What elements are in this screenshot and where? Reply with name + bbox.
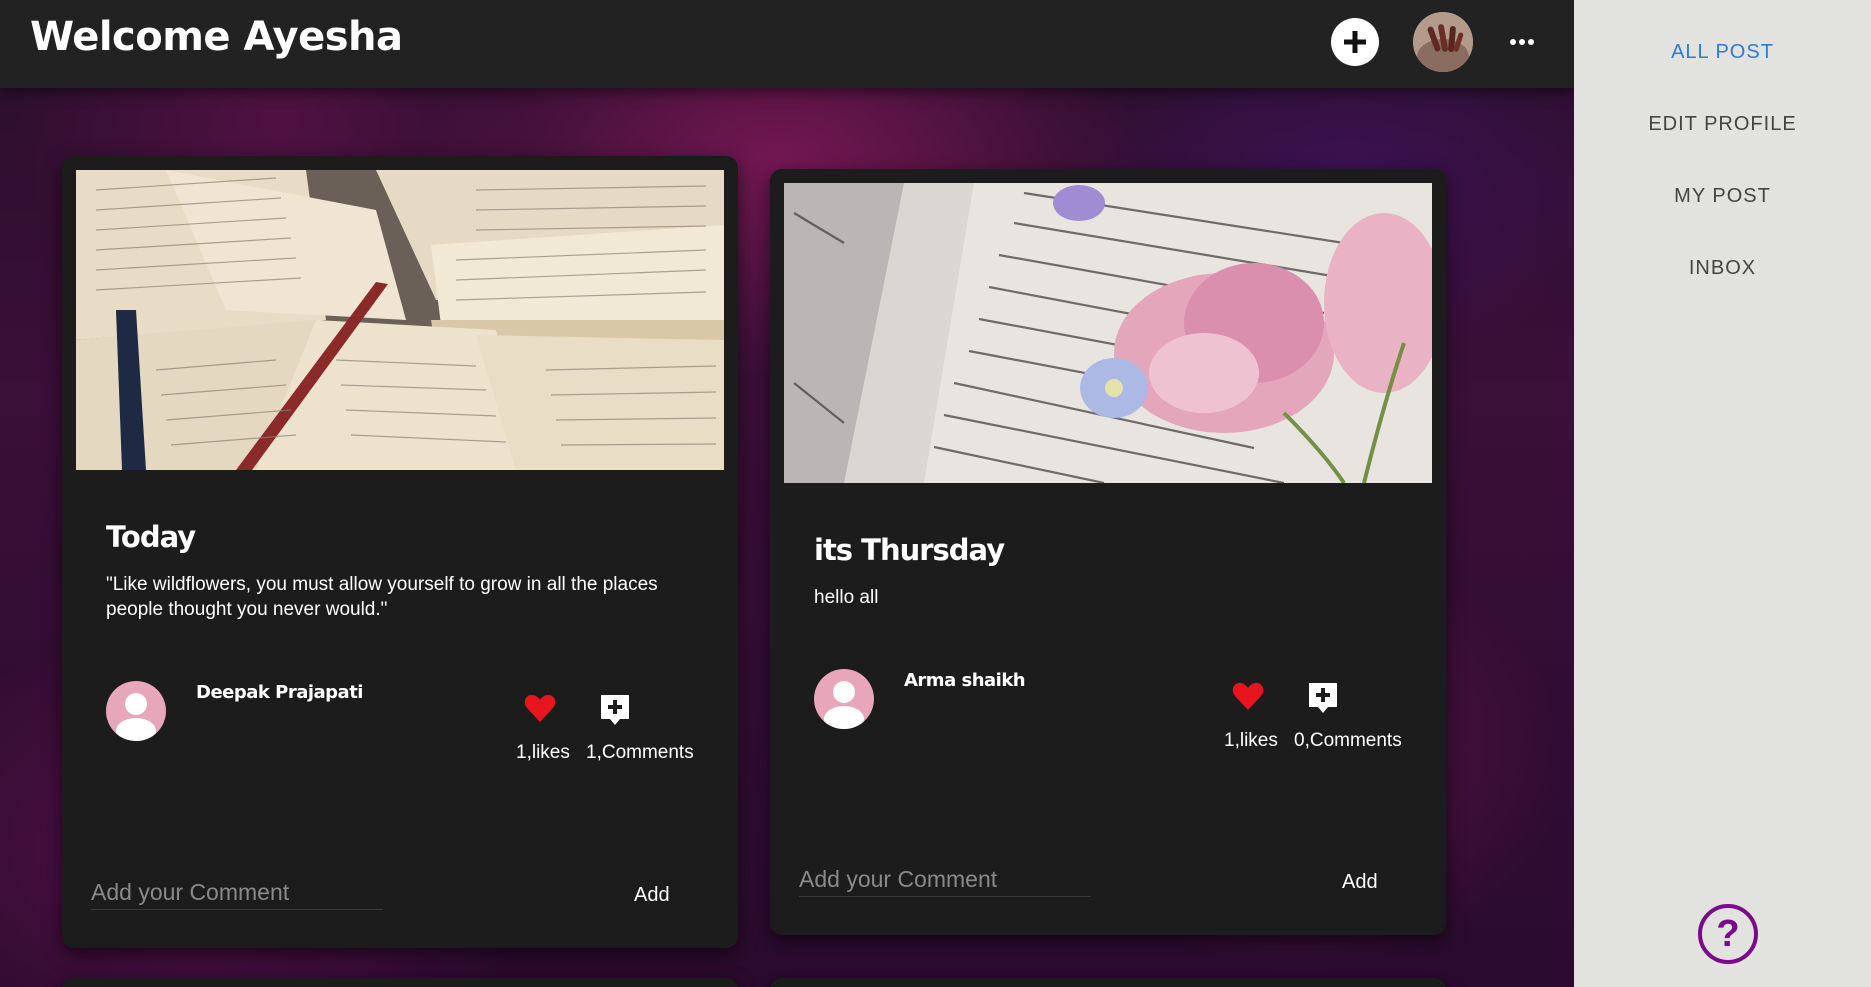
sidebar-item-my-post[interactable]: MY POST [1574,185,1871,208]
sidebar-item-all-post[interactable]: ALL POST [1574,41,1871,64]
post-title: Today [106,520,196,554]
help-button[interactable]: ? [1698,904,1758,964]
more-dots-icon [1510,39,1534,45]
author-name[interactable]: Arma shaikh [904,670,1026,691]
open-books-photo [76,170,724,470]
author-name[interactable]: Deepak Prajapati [196,682,363,703]
post-card-partial [770,978,1446,987]
author-avatar[interactable] [106,681,166,741]
comment-input[interactable] [799,863,1091,897]
sidebar-item-inbox[interactable]: INBOX [1574,257,1871,280]
more-options-button[interactable] [1505,28,1539,56]
add-comment-button[interactable]: Add [634,884,670,907]
sidebar-item-edit-profile[interactable]: EDIT PROFILE [1574,113,1871,136]
add-comment-icon[interactable] [599,693,631,727]
sidebar: ALL POST EDIT PROFILE MY POST INBOX [1574,0,1871,987]
heart-icon[interactable] [524,693,556,723]
post-title: its Thursday [814,533,1005,567]
book-with-pink-flowers-photo [784,183,1432,483]
add-post-button[interactable] [1331,18,1379,66]
comments-count: 0,Comments [1294,730,1402,751]
post-card: its Thursday hello all Arma shaikh 1,lik… [770,169,1446,935]
user-icon [824,681,864,729]
post-card-partial [62,978,738,987]
comment-input[interactable] [91,876,383,910]
page-title: Welcome Ayesha [30,14,403,60]
avatar-photo [1413,12,1473,72]
author-avatar[interactable] [814,669,874,729]
comments-count: 1,Comments [586,742,694,763]
user-avatar[interactable] [1413,12,1473,72]
likes-count: 1,likes [1224,730,1278,751]
top-header: Welcome Ayesha [0,0,1574,88]
likes-count: 1,likes [516,742,570,763]
plus-icon [1344,31,1366,53]
add-comment-icon[interactable] [1307,681,1339,715]
post-text: hello all [814,587,879,608]
add-comment-button[interactable]: Add [1342,871,1378,894]
post-text: "Like wildflowers, you must allow yourse… [106,574,658,620]
post-image [76,170,724,470]
question-mark-icon: ? [1716,912,1740,955]
user-icon [116,693,156,741]
heart-icon[interactable] [1232,681,1264,711]
post-card: Today "Like wildflowers, you must allow … [62,156,738,948]
post-image [784,183,1432,483]
